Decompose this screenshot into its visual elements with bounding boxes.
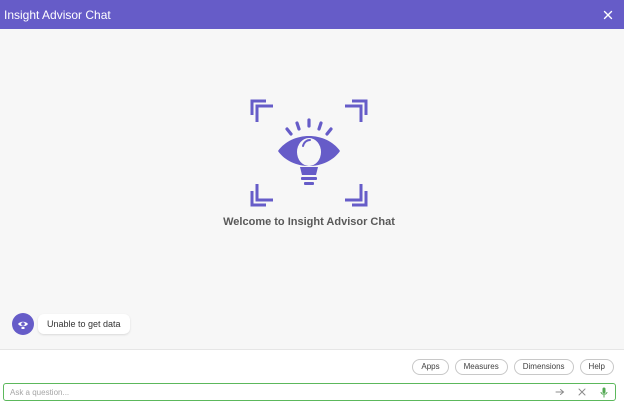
arrow-right-icon[interactable] (549, 384, 571, 400)
bot-avatar-icon (12, 313, 34, 335)
close-icon[interactable] (600, 7, 616, 23)
title-bar: Insight Advisor Chat (0, 0, 624, 29)
welcome-text: Welcome to Insight Advisor Chat (223, 216, 395, 228)
chat-area: Welcome to Insight Advisor Chat Unable t… (0, 29, 624, 349)
chip-measures[interactable]: Measures (454, 359, 508, 375)
question-box (3, 383, 616, 401)
question-input[interactable] (4, 385, 549, 399)
message-bubble: Unable to get data (38, 314, 130, 334)
chip-help[interactable]: Help (579, 359, 614, 375)
suggestion-chips: Apps Measures Dimensions Help (412, 359, 614, 375)
window-title: Insight Advisor Chat (4, 7, 111, 22)
chip-apps[interactable]: Apps (412, 359, 449, 375)
clear-icon[interactable] (571, 384, 593, 400)
microphone-icon[interactable] (593, 384, 615, 400)
input-panel: Apps Measures Dimensions Help (0, 349, 624, 407)
chip-dimensions[interactable]: Dimensions (513, 359, 574, 375)
bot-message: Unable to get data (12, 313, 130, 335)
lightbulb-eye-icon (250, 99, 368, 207)
